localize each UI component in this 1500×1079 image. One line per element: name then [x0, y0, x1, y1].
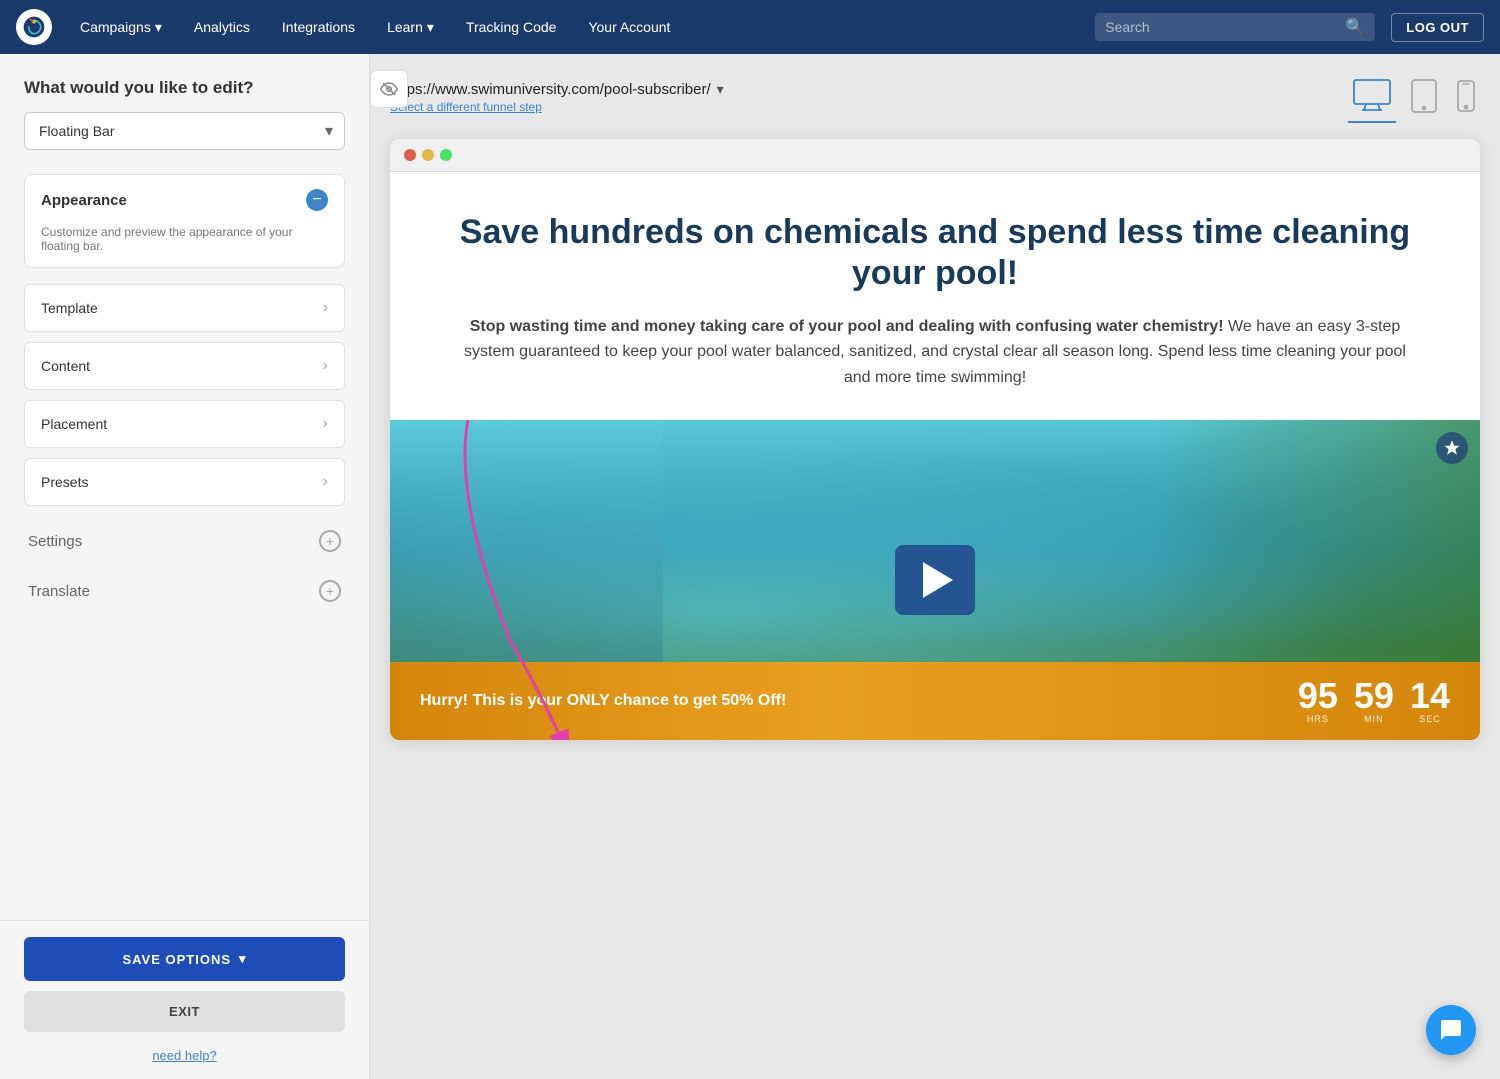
search-input[interactable]: [1105, 19, 1339, 35]
chat-support-button[interactable]: [1426, 1005, 1476, 1055]
play-triangle-icon: [923, 562, 953, 598]
sidebar-menu-item-content[interactable]: Content ›: [24, 342, 345, 390]
mobile-device-button[interactable]: [1452, 75, 1480, 122]
play-button[interactable]: [895, 545, 975, 615]
sidebar-menu-item-template[interactable]: Template ›: [24, 284, 345, 332]
logout-label: LOG OUT: [1406, 20, 1469, 35]
countdown-timer: 95 HRS 59 MIN 14 SEC: [1298, 678, 1450, 724]
nav-tracking-code-label: Tracking Code: [466, 19, 557, 35]
save-options-label: SAVE OPTIONS: [122, 952, 231, 967]
content-area: https://www.swimuniversity.com/pool-subs…: [370, 54, 1500, 1079]
browser-close-dot: [404, 149, 416, 161]
floating-bar: Hurry! This is your ONLY chance to get 5…: [390, 662, 1480, 740]
edit-question: What would you like to edit?: [24, 78, 345, 98]
menu-item-label: Content: [41, 358, 90, 374]
menu-item-chevron-icon: ›: [323, 473, 328, 491]
sidebar-menu-item-placement[interactable]: Placement ›: [24, 400, 345, 448]
appearance-title: Appearance: [41, 192, 127, 209]
nav-analytics-label: Analytics: [194, 19, 250, 35]
settings-section[interactable]: Settings +: [24, 516, 345, 566]
menu-item-chevron-icon: ›: [323, 357, 328, 375]
learn-chevron-icon: ▾: [427, 19, 434, 36]
appearance-collapse-button[interactable]: −: [306, 189, 328, 211]
browser-minimize-dot: [422, 149, 434, 161]
timer-minutes-value: 59: [1354, 678, 1394, 714]
main-layout: What would you like to edit? Floating Ba…: [0, 54, 1500, 1079]
appearance-section: Appearance − Customize and preview the a…: [24, 174, 345, 268]
campaigns-chevron-icon: ▾: [155, 19, 162, 36]
preview-toggle-button[interactable]: [370, 70, 408, 108]
search-bar: 🔍: [1095, 13, 1375, 41]
nav-tracking-code[interactable]: Tracking Code: [454, 13, 569, 41]
need-help-link[interactable]: need help?: [24, 1048, 345, 1063]
url-display: https://www.swimuniversity.com/pool-subs…: [390, 81, 724, 98]
timer-minutes: 59 MIN: [1354, 678, 1394, 724]
menu-item-chevron-icon: ›: [323, 415, 328, 433]
nav-analytics[interactable]: Analytics: [182, 13, 262, 41]
logout-button[interactable]: LOG OUT: [1391, 13, 1484, 42]
browser-mock: Save hundreds on chemicals and spend les…: [390, 139, 1480, 740]
url-text: https://www.swimuniversity.com/pool-subs…: [390, 81, 711, 98]
search-icon: 🔍: [1345, 17, 1365, 37]
appearance-description: Customize and preview the appearance of …: [25, 225, 344, 267]
edit-type-select[interactable]: Floating Bar Popup Inline: [24, 112, 345, 150]
timer-seconds-value: 14: [1410, 678, 1450, 714]
menu-item-label: Placement: [41, 416, 107, 432]
video-area: Hurry! This is your ONLY chance to get 5…: [390, 420, 1480, 740]
translate-expand-icon: +: [319, 580, 341, 602]
sidebar: What would you like to edit? Floating Ba…: [0, 54, 370, 1079]
nav-learn-label: Learn: [387, 19, 423, 35]
translate-label: Translate: [28, 583, 90, 600]
url-dropdown-button[interactable]: ▾: [717, 81, 724, 98]
page-content: Save hundreds on chemicals and spend les…: [390, 172, 1480, 390]
exit-button[interactable]: EXIT: [24, 991, 345, 1032]
browser-titlebar: [390, 139, 1480, 172]
sidebar-menu-item-presets[interactable]: Presets ›: [24, 458, 345, 506]
page-subtext-bold: Stop wasting time and money taking care …: [470, 318, 1224, 335]
tablet-device-button[interactable]: [1406, 74, 1442, 123]
menu-item-label: Presets: [41, 474, 88, 490]
nav-campaigns[interactable]: Campaigns ▾: [68, 13, 174, 42]
nav-integrations[interactable]: Integrations: [270, 13, 367, 41]
settings-expand-icon: +: [319, 530, 341, 552]
menu-item-chevron-icon: ›: [323, 299, 328, 317]
save-options-button[interactable]: SAVE OPTIONS ▾: [24, 937, 345, 981]
timer-hours: 95 HRS: [1298, 678, 1338, 724]
device-switcher: [1348, 74, 1480, 123]
translate-section[interactable]: Translate +: [24, 566, 345, 616]
select-funnel-link[interactable]: Select a different funnel step: [390, 100, 542, 114]
nav-your-account-label: Your Account: [588, 19, 670, 35]
desktop-device-button[interactable]: [1348, 74, 1396, 123]
page-subtext: Stop wasting time and money taking care …: [450, 314, 1420, 391]
menu-items-list: Template › Content › Placement › Presets ›: [24, 284, 345, 506]
floating-bar-text: Hurry! This is your ONLY chance to get 5…: [420, 691, 786, 712]
menu-item-label: Template: [41, 300, 98, 316]
exit-label: EXIT: [169, 1004, 200, 1019]
nav-campaigns-label: Campaigns: [80, 19, 151, 35]
chat-icon: [1439, 1018, 1463, 1042]
sidebar-bottom: SAVE OPTIONS ▾ EXIT need help?: [0, 920, 369, 1079]
save-options-chevron-icon: ▾: [239, 951, 247, 967]
app-logo: [16, 9, 52, 45]
nav-integrations-label: Integrations: [282, 19, 355, 35]
appearance-header: Appearance −: [25, 175, 344, 225]
settings-label: Settings: [28, 533, 82, 550]
nav-learn[interactable]: Learn ▾: [375, 13, 446, 42]
navbar: Campaigns ▾ Analytics Integrations Learn…: [0, 0, 1500, 54]
nav-your-account[interactable]: Your Account: [576, 13, 682, 41]
url-bar-row: https://www.swimuniversity.com/pool-subs…: [390, 74, 1480, 123]
timer-seconds: 14 SEC: [1410, 678, 1450, 724]
play-button-inner[interactable]: [895, 545, 975, 615]
page-headline: Save hundreds on chemicals and spend les…: [450, 212, 1420, 294]
browser-maximize-dot: [440, 149, 452, 161]
edit-type-selector[interactable]: Floating Bar Popup Inline ▾: [24, 112, 345, 150]
timer-hours-value: 95: [1298, 678, 1338, 714]
